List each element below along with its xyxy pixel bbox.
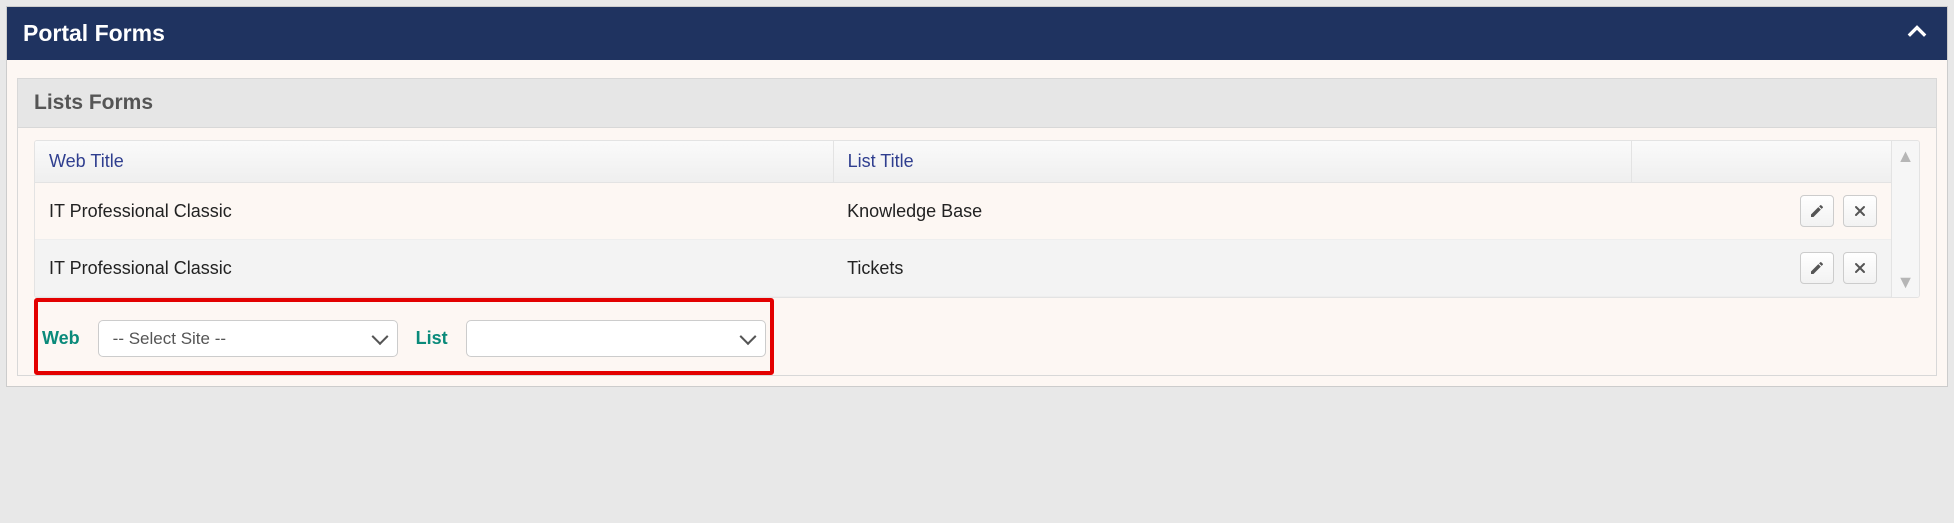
cell-web-title: IT Professional Classic: [35, 240, 833, 297]
cell-actions: [1631, 240, 1891, 297]
close-icon: [1852, 260, 1868, 276]
list-select-wrapper: [466, 320, 766, 357]
panel-body: Lists Forms Web Title List Title: [7, 60, 1947, 386]
scroll-up-icon[interactable]: ▲: [1897, 147, 1915, 165]
scroll-down-icon[interactable]: ▼: [1897, 273, 1915, 291]
table-row[interactable]: IT Professional Classic Knowledge Base: [35, 183, 1891, 240]
list-select[interactable]: [466, 320, 766, 357]
table-header-row: Web Title List Title: [35, 141, 1891, 183]
lists-forms-grid: Web Title List Title IT Professional Cla…: [34, 140, 1920, 298]
add-form-footer: Web -- Select Site -- List: [34, 298, 774, 375]
grid-main: Web Title List Title IT Professional Cla…: [35, 141, 1891, 297]
lists-forms-section: Lists Forms Web Title List Title: [17, 78, 1937, 376]
pencil-icon: [1809, 260, 1825, 276]
column-header-actions: [1631, 141, 1891, 183]
edit-button[interactable]: [1800, 195, 1834, 227]
list-label: List: [416, 328, 448, 349]
web-label: Web: [42, 328, 80, 349]
delete-button[interactable]: [1843, 195, 1877, 227]
web-select[interactable]: -- Select Site --: [98, 320, 398, 357]
column-header-web-title[interactable]: Web Title: [35, 141, 833, 183]
edit-button[interactable]: [1800, 252, 1834, 284]
grid-scrollbar[interactable]: ▲ ▼: [1891, 141, 1919, 297]
subsection-title: Lists Forms: [18, 79, 1936, 128]
subsection-body: Web Title List Title IT Professional Cla…: [18, 128, 1936, 375]
column-header-list-title[interactable]: List Title: [833, 141, 1631, 183]
collapse-icon[interactable]: [1903, 17, 1931, 50]
web-select-wrapper: -- Select Site --: [98, 320, 398, 357]
table-row[interactable]: IT Professional Classic Tickets: [35, 240, 1891, 297]
cell-actions: [1631, 183, 1891, 240]
panel-title: Portal Forms: [23, 20, 165, 47]
delete-button[interactable]: [1843, 252, 1877, 284]
cell-list-title: Tickets: [833, 240, 1631, 297]
pencil-icon: [1809, 203, 1825, 219]
panel-header: Portal Forms: [7, 7, 1947, 60]
close-icon: [1852, 203, 1868, 219]
lists-forms-table: Web Title List Title IT Professional Cla…: [35, 141, 1891, 297]
cell-web-title: IT Professional Classic: [35, 183, 833, 240]
portal-forms-panel: Portal Forms Lists Forms Web Title List …: [6, 6, 1948, 387]
cell-list-title: Knowledge Base: [833, 183, 1631, 240]
